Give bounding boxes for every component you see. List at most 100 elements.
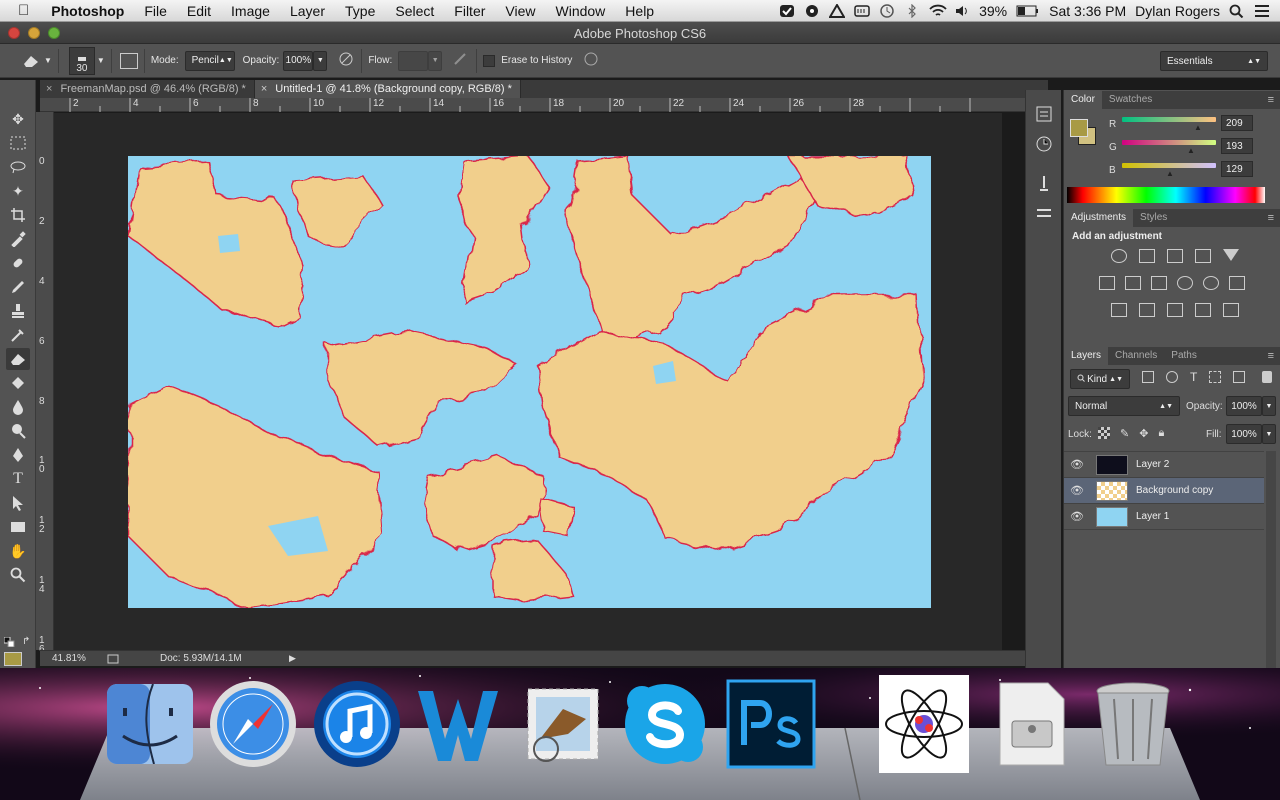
opacity-input[interactable]: 100%	[283, 50, 314, 71]
menu-window[interactable]: Window	[546, 3, 616, 19]
brush-panel-toggle-icon[interactable]	[119, 52, 138, 69]
status-info-icon[interactable]	[106, 653, 120, 665]
dock-mail-icon[interactable]	[518, 679, 608, 769]
menu-layer[interactable]: Layer	[280, 3, 335, 19]
tab-channels[interactable]: Channels	[1108, 347, 1164, 365]
close-tab-icon[interactable]: ×	[261, 83, 267, 95]
brush-tool-icon[interactable]	[6, 276, 30, 298]
volume-icon[interactable]	[954, 4, 970, 18]
layer-opacity-dropdown-icon[interactable]: ▼	[1262, 396, 1276, 416]
quick-select-tool-icon[interactable]: ✦	[6, 180, 30, 202]
brush-picker-arrow-icon[interactable]: ▼	[97, 56, 105, 65]
tab-adjustments[interactable]: Adjustments	[1064, 209, 1134, 227]
adjustment-filter-icon[interactable]	[1166, 371, 1178, 383]
lock-paint-icon[interactable]: ✎	[1120, 427, 1129, 440]
layer-name[interactable]: Layer 1	[1136, 511, 1169, 522]
menubar-clock[interactable]: Sat 3:36 PM	[1049, 3, 1126, 19]
layer-row-layer-2[interactable]: 👁︎ Layer 2	[1064, 452, 1264, 478]
red-slider-thumb[interactable]: ▲	[1194, 123, 1202, 132]
brightness-contrast-icon[interactable]	[1111, 249, 1127, 263]
eyedropper-tool-icon[interactable]	[6, 228, 30, 250]
green-value-input[interactable]: 193	[1221, 138, 1253, 154]
menu-app-name[interactable]: Photoshop	[41, 3, 134, 19]
rectangle-tool-icon[interactable]	[6, 516, 30, 538]
hue-saturation-icon[interactable]	[1099, 276, 1115, 290]
menubar-user[interactable]: Dylan Rogers	[1135, 3, 1220, 19]
menu-filter[interactable]: Filter	[444, 3, 495, 19]
exposure-icon[interactable]	[1195, 249, 1211, 263]
green-slider[interactable]	[1122, 140, 1216, 145]
brush-size-picker[interactable]: 30	[68, 46, 95, 75]
menu-image[interactable]: Image	[221, 3, 280, 19]
battery-icon[interactable]	[1016, 4, 1040, 18]
swap-colors-icon[interactable]: ↱	[22, 636, 30, 647]
levels-icon[interactable]	[1139, 249, 1155, 263]
foreground-color-swatch[interactable]	[4, 652, 22, 666]
clone-stamp-tool-icon[interactable]	[6, 300, 30, 322]
tab-layers[interactable]: Layers	[1064, 347, 1109, 365]
blue-slider-thumb[interactable]: ▲	[1166, 169, 1174, 178]
invert-icon[interactable]	[1111, 303, 1127, 317]
posterize-icon[interactable]	[1139, 303, 1155, 317]
layer-row-background-copy[interactable]: 👁︎ Background copy	[1064, 478, 1264, 504]
gradient-map-icon[interactable]	[1223, 303, 1239, 317]
panel-menu-icon[interactable]: ≡	[1268, 209, 1280, 227]
menu-select[interactable]: Select	[385, 3, 444, 19]
fill-input[interactable]: 100%	[1226, 424, 1262, 444]
history-panel-icon[interactable]	[1034, 104, 1054, 124]
photo-filter-icon[interactable]	[1177, 276, 1193, 290]
eraser-tool-icon[interactable]	[6, 348, 30, 370]
color-balance-icon[interactable]	[1125, 276, 1141, 290]
dock-disk-utility-icon[interactable]	[985, 679, 1075, 769]
foreground-color-swatch[interactable]	[1070, 119, 1088, 137]
brush-panel-icon[interactable]	[1034, 174, 1054, 194]
dock-safari-icon[interactable]	[208, 679, 298, 769]
pen-tool-icon[interactable]	[6, 444, 30, 466]
bluetooth-icon[interactable]	[904, 3, 920, 19]
history-brush-tool-icon[interactable]	[6, 324, 30, 346]
tab-paths[interactable]: Paths	[1164, 347, 1204, 365]
crop-tool-icon[interactable]	[6, 204, 30, 226]
layer-row-layer-1[interactable]: 👁︎ Layer 1	[1064, 504, 1264, 530]
time-machine-icon[interactable]	[879, 4, 895, 18]
status-menu-arrow-icon[interactable]: ▶	[289, 653, 296, 664]
blue-slider[interactable]	[1122, 163, 1216, 168]
visibility-eye-icon[interactable]: 👁︎	[1064, 510, 1090, 523]
workspace-switcher[interactable]: Essentials ▲▼	[1160, 51, 1268, 71]
dodge-tool-icon[interactable]	[6, 420, 30, 442]
pressure-opacity-icon[interactable]	[337, 51, 355, 70]
dock-atom-app-icon[interactable]	[879, 675, 969, 773]
flow-dropdown-icon[interactable]: ▼	[428, 50, 443, 71]
tab-untitled-1[interactable]: × Untitled-1 @ 41.8% (Background copy, RG…	[254, 80, 521, 98]
smart-object-filter-icon[interactable]	[1233, 371, 1246, 383]
layer-name[interactable]: Background copy	[1136, 485, 1213, 496]
green-slider-thumb[interactable]: ▲	[1187, 146, 1195, 155]
layers-scrollbar[interactable]	[1266, 451, 1276, 671]
clone-source-panel-icon[interactable]	[1034, 204, 1054, 224]
visibility-eye-icon[interactable]: 👁︎	[1064, 458, 1090, 471]
vibrance-icon[interactable]	[1223, 249, 1239, 261]
threshold-icon[interactable]	[1167, 303, 1183, 317]
notification-center-icon[interactable]	[1254, 4, 1270, 18]
panel-menu-icon[interactable]: ≡	[1268, 91, 1280, 109]
pressure-size-icon[interactable]	[582, 51, 600, 70]
menu-help[interactable]: Help	[615, 3, 664, 19]
paint-bucket-tool-icon[interactable]	[6, 372, 30, 394]
wifi-icon[interactable]	[929, 4, 947, 18]
black-white-icon[interactable]	[1151, 276, 1167, 290]
dock-finder-icon[interactable]	[105, 679, 195, 769]
lasso-tool-icon[interactable]	[6, 156, 30, 178]
layer-filter-kind[interactable]: Kind ▲▼	[1070, 369, 1130, 389]
fill-dropdown-icon[interactable]: ▼	[1262, 424, 1276, 444]
blend-mode-select[interactable]: Normal ▲▼	[1068, 396, 1180, 416]
red-slider[interactable]	[1122, 117, 1216, 122]
blur-tool-icon[interactable]	[6, 396, 30, 418]
curves-icon[interactable]	[1167, 249, 1183, 263]
dock-skype-icon[interactable]	[620, 679, 710, 769]
eraser-preset-icon[interactable]	[20, 50, 42, 72]
selective-color-icon[interactable]	[1195, 303, 1211, 317]
memory-status-icon[interactable]	[854, 4, 870, 18]
flow-input[interactable]	[398, 50, 429, 71]
battery-percent[interactable]: 39%	[979, 3, 1007, 19]
hand-tool-icon[interactable]: ✋	[6, 540, 30, 562]
